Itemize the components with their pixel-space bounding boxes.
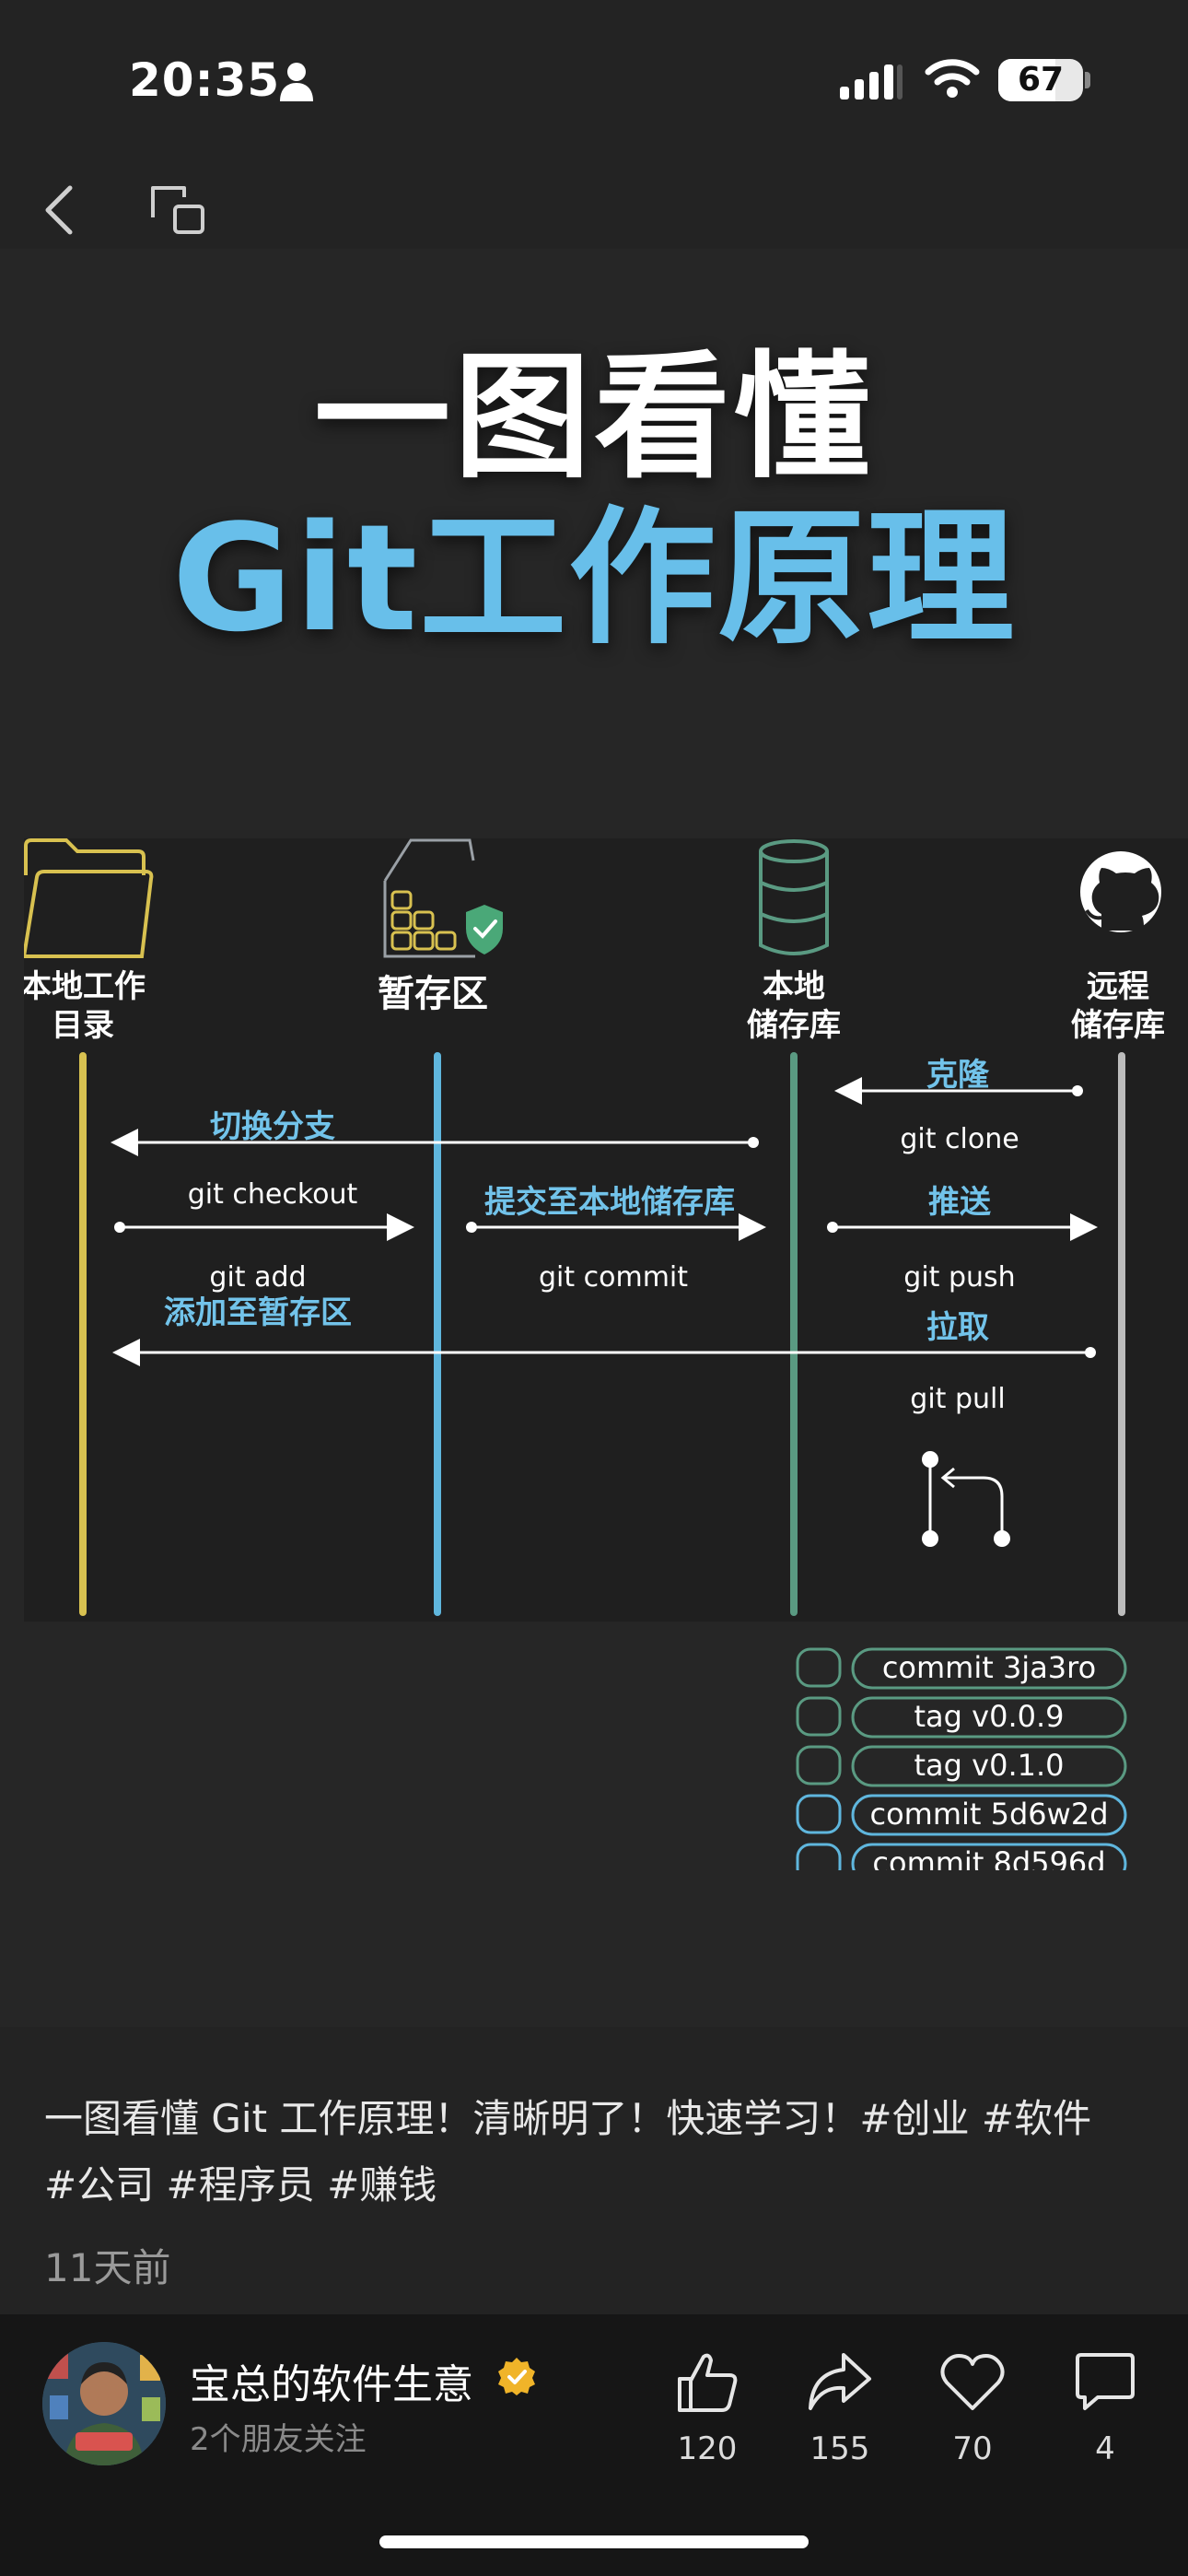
share-button[interactable]: 155 <box>785 2348 895 2467</box>
comment-count: 4 <box>1095 2430 1115 2467</box>
history-entry-label: commit 5d6w2d <box>870 1797 1109 1832</box>
staging-label: 暂存区 <box>378 973 488 1015</box>
favorite-count: 70 <box>952 2430 993 2467</box>
signal-icon <box>840 64 903 100</box>
author-avatar[interactable] <box>42 2342 166 2465</box>
pull-label: 拉取 <box>926 1309 989 1346</box>
avatar-image <box>42 2342 166 2465</box>
clone-label: 克隆 <box>926 1057 990 1094</box>
comment-icon <box>1076 2353 1135 2410</box>
split-screen-icon[interactable] <box>147 181 208 238</box>
verified-badge-icon <box>498 2358 535 2395</box>
caption-line1: 一图看懂 Git 工作原理！清晰明了！快速学习！#创业 #软件 <box>44 2096 1092 2141</box>
post-image[interactable]: 一图看懂 Git工作原理 本地工作 目录 暂存区 本地 储存库 远程 储存库 克… <box>0 249 1188 2027</box>
poster-title-line2: Git工作原理 <box>171 492 1017 664</box>
share-icon <box>809 2353 871 2410</box>
push-label: 推送 <box>928 1184 991 1221</box>
status-bar: 20:35 67 <box>0 0 1188 157</box>
history-entry-label: commit 8d596d <box>872 1845 1105 1870</box>
status-time: 20:35 <box>129 53 281 107</box>
friends-following: 2个朋友关注 <box>190 2421 367 2458</box>
battery-cap <box>1085 72 1090 88</box>
like-count: 120 <box>677 2430 738 2467</box>
history-entry-label: tag v0.1.0 <box>914 1748 1065 1783</box>
heart-icon <box>940 2354 1005 2410</box>
like-button[interactable]: 120 <box>652 2348 763 2467</box>
remote-repo-label-line1: 远程 <box>1087 968 1149 1005</box>
pull-command: git pull <box>910 1383 1005 1415</box>
chevron-left-icon[interactable] <box>37 181 83 240</box>
local-repo-label-line2: 储存库 <box>747 1007 841 1044</box>
checkout-command: git checkout <box>188 1178 358 1211</box>
battery-level: 67 <box>1017 61 1065 99</box>
github-icon <box>1080 851 1161 932</box>
author-name[interactable]: 宝总的软件生意 <box>190 2351 473 2410</box>
history-entry-label: commit 3ja3ro <box>882 1650 1096 1685</box>
push-command: git push <box>903 1261 1015 1294</box>
add-label: 添加至暂存区 <box>164 1294 352 1331</box>
commit-command: git commit <box>539 1261 688 1294</box>
remote-repo-label-line2: 储存库 <box>1071 1007 1165 1044</box>
git-workflow-diagram: 本地工作 目录 暂存区 本地 储存库 远程 储存库 克隆 git clone 切… <box>24 838 1188 1870</box>
share-count: 155 <box>809 2430 870 2467</box>
clone-command: git clone <box>900 1123 1019 1155</box>
favorite-button[interactable]: 70 <box>917 2348 1028 2467</box>
history-entry-label: tag v0.0.9 <box>914 1699 1065 1734</box>
add-command: git add <box>209 1261 306 1294</box>
post-caption: 一图看懂 Git 工作原理！清晰明了！快速学习！#创业 #软件 #公司 #程序员… <box>44 2086 1149 2219</box>
post-age: 11天前 <box>44 2245 171 2290</box>
wifi-icon <box>925 59 980 98</box>
battery-indicator: 67 <box>998 59 1083 101</box>
comment-button[interactable]: 4 <box>1050 2348 1160 2467</box>
thumbs-up-icon <box>678 2353 738 2412</box>
workdir-label-line2: 目录 <box>52 1007 114 1044</box>
caption-line2: #公司 #程序员 #赚钱 <box>44 2162 437 2207</box>
home-indicator[interactable] <box>379 2535 809 2548</box>
workdir-label-line1: 本地工作 <box>24 968 146 1005</box>
local-repo-label-line1: 本地 <box>763 968 825 1005</box>
checkout-label: 切换分支 <box>210 1108 335 1145</box>
commit-label: 提交至本地储存库 <box>484 1184 735 1221</box>
person-icon <box>280 63 313 101</box>
